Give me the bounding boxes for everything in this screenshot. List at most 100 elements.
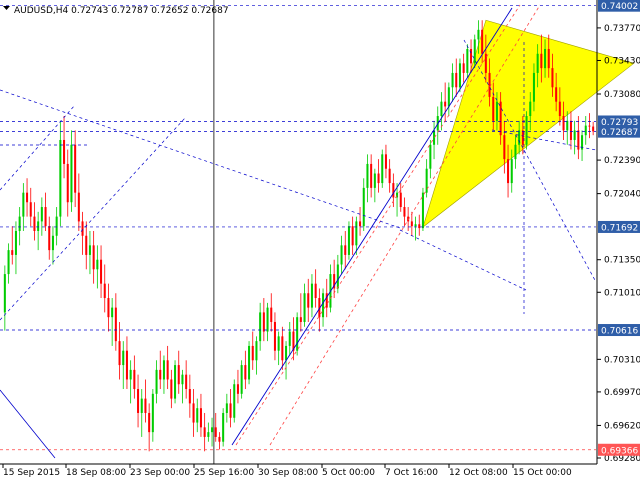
time-axis: 15 Sep 2015 18 Sep 08:00 23 Sep 00:00 25 Se… (0, 463, 597, 478)
candle (266, 302, 269, 342)
channel-lower-line (269, 4, 541, 446)
candle (225, 393, 228, 423)
candle (174, 360, 177, 404)
candle (92, 230, 95, 284)
time-tick: 7 Oct 16:00 (384, 464, 438, 478)
candle (107, 283, 110, 332)
price-tick-label: 0.73430 (604, 56, 640, 66)
candle (199, 393, 202, 437)
candle (525, 111, 528, 150)
price-label-text: 0.74002 (601, 2, 638, 12)
candle (451, 63, 454, 102)
candle (410, 211, 413, 236)
price-tick-label: 0.71010 (604, 288, 640, 298)
time-tick-label: 18 Sep 08:00 (66, 468, 126, 478)
price-tick-label: 0.70310 (604, 355, 640, 365)
time-ticks: 15 Sep 2015 18 Sep 08:00 23 Sep 00:00 25 Se… (2, 464, 572, 478)
candle (140, 389, 143, 437)
candle (329, 264, 332, 313)
candle (37, 211, 40, 251)
price-tick: 0.72040 (597, 190, 640, 200)
candle (458, 58, 461, 93)
candle (344, 230, 347, 270)
candle (270, 293, 273, 332)
candle (51, 226, 54, 265)
candle (114, 293, 117, 351)
time-tick: 25 Sep 16:00 (193, 464, 254, 478)
candle (129, 360, 132, 404)
candle (381, 149, 384, 188)
candle (403, 197, 406, 227)
candle (48, 216, 51, 260)
candle (233, 379, 236, 423)
candle (251, 331, 254, 370)
price-label-text: 0.72687 (601, 128, 638, 138)
candle (425, 159, 428, 198)
candle (303, 283, 306, 327)
candle (100, 245, 103, 299)
time-tick: 12 Oct 08:00 (448, 464, 508, 478)
price-label-box: 0.71692 (598, 220, 640, 233)
candle (111, 298, 114, 346)
price-tick: 0.73430 (597, 56, 640, 66)
candle (373, 168, 376, 203)
candle (244, 350, 247, 390)
price-label-text: 0.71692 (601, 223, 638, 233)
candle (566, 111, 569, 145)
candle (166, 345, 169, 390)
price-tick: 0.72390 (597, 156, 640, 166)
time-tick-label: 7 Oct 16:00 (385, 468, 438, 478)
candle (222, 408, 225, 447)
price-chart: 0.73770 0.73430 0.73080 0.72390 0.72040 0.713… (0, 0, 640, 478)
price-ticks: 0.73770 0.73430 0.73080 0.72390 0.72040 0.713… (597, 24, 640, 464)
price-tick: 0.69620 (597, 421, 640, 431)
candle (151, 389, 154, 442)
candle (581, 130, 584, 162)
candle (85, 221, 88, 270)
price-tick: 0.71010 (597, 288, 640, 298)
candle (433, 120, 436, 160)
candle (288, 321, 291, 356)
candle (359, 207, 362, 236)
candle (125, 336, 128, 390)
candle (370, 154, 373, 198)
price-label-box: 0.70616 (598, 324, 640, 337)
price-label-box: 0.69366 (598, 443, 640, 456)
price-tick-label: 0.73770 (604, 24, 640, 34)
candle (573, 120, 576, 155)
candle (588, 113, 591, 139)
diagonal-fan-line-2 (399, 229, 527, 291)
candle (351, 216, 354, 255)
candle (170, 369, 173, 409)
candle (214, 412, 217, 442)
candle (74, 130, 77, 208)
candle (63, 116, 66, 179)
candle (196, 398, 199, 433)
candle (3, 265, 6, 331)
candle (307, 278, 310, 322)
candle (310, 274, 313, 318)
price-tick-label: 0.71350 (604, 256, 640, 266)
candle (26, 178, 29, 217)
price-tick: 0.73080 (597, 90, 640, 100)
candle (18, 207, 21, 246)
candle (414, 216, 417, 241)
candle (33, 202, 36, 241)
candle (236, 369, 239, 404)
candle (377, 159, 380, 193)
candle (277, 331, 280, 366)
candle (11, 226, 14, 265)
candle (466, 44, 469, 78)
candle (384, 144, 387, 179)
candle (569, 111, 572, 150)
price-tick: 0.69970 (597, 388, 640, 398)
candle (96, 245, 99, 289)
candle (144, 379, 147, 423)
candle (118, 321, 121, 380)
time-tick: 15 Oct 00:00 (512, 464, 572, 478)
candle (177, 350, 180, 394)
symbol-menu-icon[interactable] (3, 6, 10, 10)
candle (455, 58, 458, 97)
price-tick-label: 0.73080 (604, 90, 640, 100)
price-label-text: 0.69366 (601, 446, 638, 456)
